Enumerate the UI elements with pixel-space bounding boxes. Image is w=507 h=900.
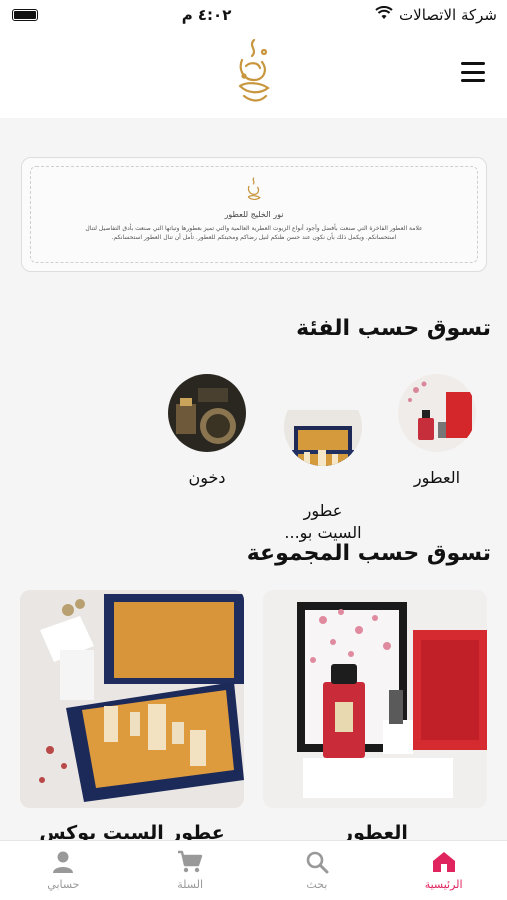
battery-icon [12,9,39,21]
carrier-name: شركة الاتصالات [399,6,497,24]
tab-label: الرئيسية [424,878,463,891]
clock: ٤:٠٢ م [181,6,232,24]
banner-text: علامة العطور الفاخرة التي صنعت بأفضل وأج… [85,225,423,241]
brand-logo[interactable] [230,36,278,112]
app-header [0,30,507,118]
home-icon [432,852,455,872]
category-label: عطور السيت بو... [284,501,362,542]
category-perfumes[interactable]: العطور [396,374,478,487]
person-icon [53,851,74,873]
collection-card-set-box[interactable] [20,590,244,808]
category-label: العطور [413,468,461,487]
carrier-group: شركة الاتصالات [375,6,497,24]
tab-cart[interactable]: السلة [127,841,254,900]
category-image [168,374,246,452]
tab-account[interactable]: حسابي [0,841,127,900]
banner-title: نور الخليج للعطور [224,210,284,219]
category-label: دخون [188,468,226,487]
brand-banner[interactable]: نور الخليج للعطور علامة العطور الفاخرة ا… [21,157,487,272]
category-bakhoor[interactable]: دخون [168,374,246,487]
category-image [398,374,476,452]
tab-label: السلة [177,878,204,891]
menu-icon[interactable] [461,62,485,82]
categories-heading: تسوق حسب الفئة [296,316,491,341]
category-image [284,388,362,466]
status-bar: شركة الاتصالات ٤:٠٢ م [0,0,507,30]
collection-card-perfumes[interactable] [263,590,487,808]
collection-image [263,590,487,808]
tab-label: بحث [306,878,328,891]
banner-logo-icon [243,176,265,210]
collections-heading: تسوق حسب المجموعة [246,541,491,566]
tab-search[interactable]: بحث [254,841,381,900]
search-icon [306,851,329,874]
bottom-tab-bar: الرئيسية بحث السلة حسابي [0,840,507,900]
category-set-box[interactable]: عطور السيت بو... [282,366,364,566]
tab-home[interactable]: الرئيسية [380,841,507,900]
cart-icon [178,850,203,873]
tab-label: حسابي [47,878,80,891]
collection-image [20,590,244,808]
wifi-icon [375,6,393,24]
